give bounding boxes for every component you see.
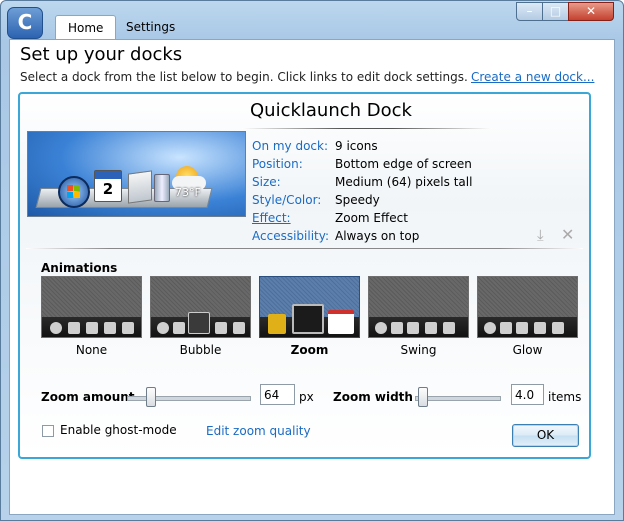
dock-panel[interactable]: Quicklaunch Dock 2 73°F On my dock: 9 ic… — [18, 92, 591, 459]
prop-value: Speedy — [335, 193, 380, 207]
create-dock-link[interactable]: Create a new dock... — [471, 70, 594, 84]
close-icon: ✕ — [585, 4, 597, 18]
mini-icon — [552, 322, 564, 334]
zoom-amount-input[interactable] — [260, 384, 295, 405]
monitor-icon — [292, 304, 324, 334]
close-button[interactable]: ✕ — [568, 2, 614, 21]
animation-label-glow: Glow — [512, 343, 543, 357]
mini-icon — [188, 312, 210, 334]
weather-icon: 73°F — [172, 166, 208, 199]
calendar-icon: 2 — [94, 170, 122, 202]
mini-icon — [516, 322, 528, 334]
section-divider — [26, 248, 583, 249]
app-window: C Home Settings – □ ✕ Set up your docks … — [0, 0, 624, 521]
weather-temperature: 73°F — [175, 186, 201, 199]
zoom-width-label: Zoom width — [333, 390, 413, 404]
effect-link[interactable]: Effect: — [252, 211, 291, 225]
mini-icon — [443, 322, 455, 334]
mail-icon — [328, 310, 354, 334]
tab-settings[interactable]: Settings — [114, 15, 187, 39]
mini-icon — [104, 322, 116, 334]
animations-title: Animations — [41, 261, 118, 275]
objectdock-logo-icon[interactable]: C — [7, 7, 43, 39]
calendar-day: 2 — [102, 180, 114, 198]
tab-home[interactable]: Home — [55, 15, 117, 42]
prop-label: Style/Color: — [252, 193, 322, 207]
mini-icon — [157, 322, 169, 334]
ghost-mode-label[interactable]: Enable ghost-mode — [60, 423, 177, 437]
animation-thumb-zoom[interactable] — [259, 276, 360, 338]
mini-icon — [233, 322, 245, 334]
page-subtitle: Select a dock from the list below to beg… — [20, 70, 468, 84]
minimize-button[interactable]: – — [516, 2, 543, 21]
prop-value: 9 icons — [335, 139, 378, 153]
lock-icon — [268, 314, 286, 334]
mini-icon — [425, 322, 437, 334]
title-divider — [242, 128, 492, 129]
prop-label: Accessibility: — [252, 229, 330, 243]
mini-icon — [375, 322, 387, 334]
mini-icon — [407, 322, 419, 334]
documents-icon — [128, 170, 152, 204]
maximize-icon: □ — [549, 4, 562, 18]
mini-icon — [500, 322, 512, 334]
animation-thumb-glow[interactable] — [477, 276, 578, 338]
animation-thumb-swing[interactable] — [368, 276, 469, 338]
prop-label: Size: — [252, 175, 281, 189]
mini-icon — [68, 322, 80, 334]
delete-dock-icon[interactable]: ✕ — [561, 225, 574, 244]
maximize-button[interactable]: □ — [542, 2, 569, 21]
page-title: Set up your docks — [20, 44, 183, 65]
download-icon[interactable]: ⤓ — [537, 226, 544, 244]
mini-icon — [173, 322, 185, 334]
zoom-width-slider[interactable] — [418, 387, 429, 407]
zoom-amount-unit: px — [299, 390, 314, 404]
zoom-amount-label: Zoom amount — [41, 390, 135, 404]
prop-label: Position: — [252, 157, 303, 171]
prop-value: Medium (64) pixels tall — [335, 175, 473, 189]
animation-thumb-bubble[interactable] — [150, 276, 251, 338]
animation-label-swing: Swing — [400, 343, 437, 357]
zoom-width-unit: items — [548, 390, 582, 404]
dock-name: Quicklaunch Dock — [250, 100, 412, 121]
home-content: Set up your docks Select a dock from the… — [9, 39, 615, 515]
prop-label: On my dock: — [252, 139, 329, 153]
prop-value: Always on top — [335, 229, 420, 243]
prop-value: Zoom Effect — [335, 211, 408, 225]
mini-icon — [484, 322, 496, 334]
mini-icon — [122, 322, 134, 334]
mini-icon — [215, 322, 227, 334]
prop-value: Bottom edge of screen — [335, 157, 472, 171]
animation-thumb-none[interactable] — [41, 276, 142, 338]
ok-button[interactable]: OK — [512, 424, 579, 447]
mini-icon — [534, 322, 546, 334]
zoom-amount-slider[interactable] — [146, 387, 157, 407]
edit-zoom-quality-link[interactable]: Edit zoom quality — [206, 424, 311, 438]
minimize-icon: – — [526, 4, 533, 18]
animation-label-none: None — [75, 343, 108, 357]
ghost-mode-checkbox[interactable] — [42, 425, 54, 437]
dock-preview[interactable]: 2 73°F — [27, 131, 246, 217]
animation-label-bubble: Bubble — [179, 343, 222, 357]
recycle-bin-icon — [154, 174, 170, 202]
animation-label-zoom: Zoom — [290, 343, 329, 357]
mini-icon — [50, 322, 62, 334]
zoom-width-input[interactable] — [511, 384, 544, 405]
mini-icon — [86, 322, 98, 334]
mini-icon — [391, 322, 403, 334]
windows-start-icon — [58, 176, 90, 208]
